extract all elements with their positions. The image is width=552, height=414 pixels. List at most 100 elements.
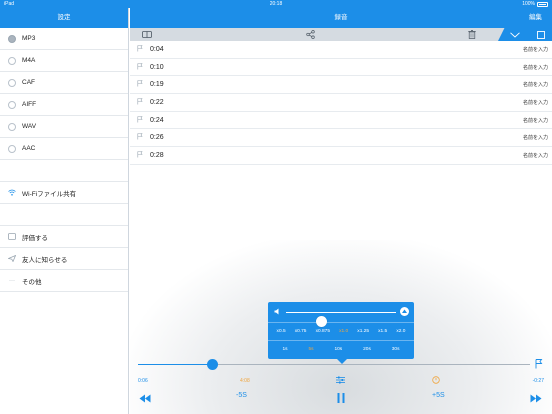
recording-duration: 0:04 (150, 45, 164, 53)
format-option-wav[interactable]: WAV (0, 116, 128, 138)
volume-max-icon[interactable] (400, 307, 409, 316)
radio-button[interactable] (8, 144, 16, 153)
skip-option[interactable]: 1s (282, 347, 287, 352)
send-icon (8, 255, 16, 263)
record-list: 0:04 名前を入力 0:10 名前を入力 0:19 名前を入力 0:22 名前を入力 0:24… (130, 41, 552, 165)
flag-icon (137, 98, 146, 107)
spacer-row (0, 160, 128, 182)
trash-icon[interactable] (467, 30, 477, 39)
progress-knob[interactable] (206, 359, 218, 370)
settings-title: 設定 (0, 8, 128, 28)
recording-row[interactable]: 0:22 名前を入力 (130, 94, 552, 112)
format-label: AAC (22, 145, 36, 152)
elapsed-time: 0:06 (138, 378, 148, 384)
recording-row[interactable]: 0:24 名前を入力 (130, 112, 552, 130)
status-bar: iPad 20:18 100% (0, 0, 552, 8)
format-list: MP3 M4A CAF AIFF WAV AAC (0, 28, 128, 160)
recording-row[interactable]: 0:10 名前を入力 (130, 59, 552, 77)
recordings-title: 録音 (334, 14, 348, 21)
radio-button[interactable] (8, 56, 16, 65)
format-label: MP3 (22, 35, 36, 42)
recording-row[interactable]: 0:04 名前を入力 (130, 41, 552, 59)
format-option-aac[interactable]: AAC (0, 138, 128, 160)
recordings-toolbar (130, 28, 552, 41)
clock: 20:18 (269, 1, 283, 7)
speed-option[interactable]: x0.75 (295, 329, 307, 334)
rate-icon (8, 233, 16, 241)
tell-friends-label: 友人に知らせる (22, 256, 68, 264)
recording-name-field[interactable]: 名前を入力 (523, 81, 548, 88)
recording-name-field[interactable]: 名前を入力 (523, 99, 548, 106)
skip-option[interactable]: 30s (392, 347, 400, 352)
playback-settings-popup: x0.5 x0.75 x0.875 x1.0 x1.25 x1.5 x2.0 1s 5s 10s… (268, 302, 414, 364)
recording-name-field[interactable]: 名前を入力 (523, 46, 548, 53)
split-icon[interactable] (142, 30, 152, 39)
rate-row[interactable]: 評価する (0, 226, 128, 248)
skip-options: 1s 5s 10s 20s 30s (272, 347, 410, 352)
radio-button[interactable] (8, 122, 16, 131)
fast-forward-to-end-button[interactable] (529, 392, 543, 404)
radio-button[interactable] (8, 100, 16, 109)
format-option-mp3[interactable]: MP3 (0, 28, 128, 50)
share-icon[interactable] (305, 30, 315, 39)
edit-button[interactable]: 編集 (529, 8, 542, 28)
equalizer-settings-icon[interactable] (336, 376, 345, 386)
chevron-down-icon[interactable] (510, 30, 520, 39)
progress-fill (138, 364, 213, 365)
battery-percent: 100% (522, 1, 535, 7)
recording-duration: 0:10 (150, 63, 164, 71)
spacer-row (0, 204, 128, 226)
recording-row[interactable]: 0:26 名前を入力 (130, 129, 552, 148)
speed-option[interactable]: x1.25 (357, 329, 369, 334)
other-label: その他 (22, 278, 42, 286)
recording-duration: 0:24 (150, 116, 164, 124)
flag-icon (137, 62, 146, 72)
recording-name-field[interactable]: 名前を入力 (523, 117, 548, 124)
recording-duration: 0:26 (150, 134, 164, 142)
recording-duration: 0:22 (150, 98, 164, 106)
skip-back-button[interactable]: -5S (236, 392, 247, 399)
format-option-caf[interactable]: CAF (0, 72, 128, 94)
recording-name-field[interactable]: 名前を入力 (523, 134, 548, 141)
skip-option[interactable]: 5s (308, 347, 313, 352)
flag-icon (137, 80, 146, 89)
speed-option[interactable]: x2.0 (396, 329, 405, 334)
speed-option[interactable]: x1.0 (339, 329, 348, 334)
flag-icon (137, 115, 146, 125)
select-square-icon[interactable] (536, 30, 546, 39)
recordings-header: 録音 編集 (130, 8, 552, 28)
format-label: WAV (22, 123, 37, 130)
speed-option[interactable]: x0.5 (277, 329, 286, 334)
wifi-share-label: Wi-Fiファイル共有 (22, 190, 77, 198)
tell-friends-row[interactable]: 友人に知らせる (0, 248, 128, 270)
pause-button[interactable] (334, 392, 348, 404)
rewind-to-start-button[interactable] (138, 392, 152, 404)
recording-name-field[interactable]: 名前を入力 (523, 64, 548, 71)
recording-row[interactable]: 0:19 名前を入力 (130, 76, 552, 95)
volume-row (268, 302, 414, 327)
recording-row[interactable]: 0:28 名前を入力 (130, 147, 552, 165)
format-label: AIFF (22, 101, 37, 108)
recording-name-field[interactable]: 名前を入力 (523, 152, 548, 159)
progress-bar[interactable] (138, 359, 530, 370)
radio-button[interactable] (8, 78, 16, 87)
flag-marker-icon[interactable] (535, 359, 543, 371)
format-option-aiff[interactable]: AIFF (0, 94, 128, 116)
speed-option[interactable]: x1.5 (378, 329, 387, 334)
more-icon: ··· (9, 277, 15, 284)
skip-option[interactable]: 20s (363, 347, 371, 352)
timer-icon[interactable] (432, 376, 440, 386)
skip-option[interactable]: 10s (334, 347, 342, 352)
radio-button[interactable] (8, 34, 16, 43)
wifi-share-row[interactable]: Wi-Fiファイル共有 (0, 182, 128, 204)
volume-slider[interactable] (286, 312, 396, 327)
format-option-m4a[interactable]: M4A (0, 50, 128, 72)
speed-options: x0.5 x0.75 x0.875 x1.0 x1.25 x1.5 x2.0 (272, 329, 410, 334)
flag-icon (137, 133, 146, 142)
format-label: M4A (22, 57, 36, 64)
speed-option[interactable]: x0.875 (316, 329, 330, 334)
skip-forward-button[interactable]: +5S (432, 392, 445, 399)
rate-label: 評価する (22, 234, 48, 242)
other-row[interactable]: ··· その他 (0, 270, 128, 292)
marker-time: 4:08 (240, 378, 250, 384)
